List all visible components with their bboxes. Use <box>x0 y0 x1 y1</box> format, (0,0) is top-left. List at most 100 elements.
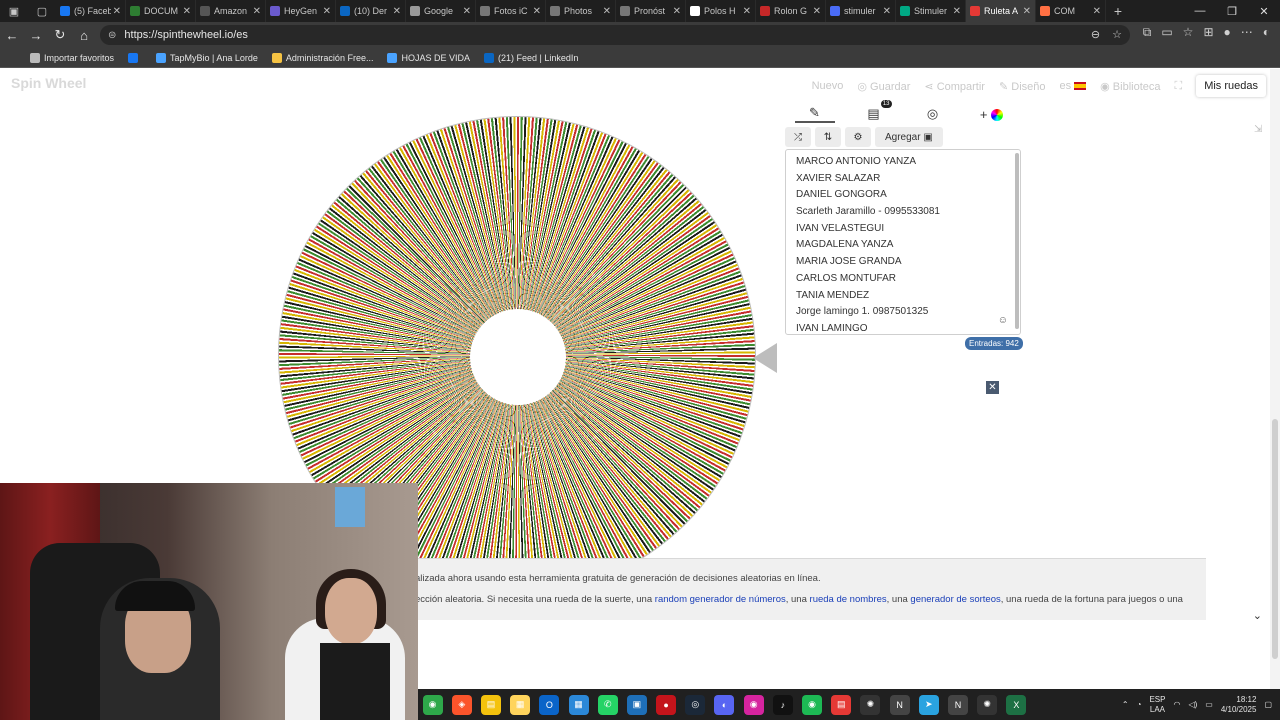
notes-taskbar-icon[interactable]: ▤ <box>480 694 501 715</box>
fullscreen-icon[interactable]: ⛶ <box>1175 80 1183 93</box>
chatgpt-2-taskbar-icon[interactable]: ✺ <box>977 694 998 715</box>
bookmark-item[interactable]: Administración Free... <box>271 52 373 63</box>
workspaces-icon[interactable]: ▣ <box>0 0 28 22</box>
library-button[interactable]: ◉ Biblioteca <box>1100 80 1160 93</box>
browser-tab[interactable]: (5) Faceb ✕ <box>56 0 126 22</box>
tab-close-icon[interactable]: ✕ <box>323 6 331 17</box>
save-button[interactable]: ◎ Guardar <box>857 80 910 93</box>
network-tray-icon[interactable]: ◔ <box>1137 700 1142 709</box>
tab-close-icon[interactable]: ✕ <box>813 6 821 17</box>
sort-button[interactable]: ⇅ <box>815 127 841 147</box>
tiktok-taskbar-icon[interactable]: ♪ <box>772 694 793 715</box>
tab-close-icon[interactable]: ✕ <box>953 6 961 17</box>
maximize-icon[interactable]: ❐ <box>1216 0 1248 22</box>
browser-tab[interactable]: Google ✕ <box>406 0 476 22</box>
discord-taskbar-icon[interactable]: ◐ <box>714 694 735 715</box>
tab-edit[interactable]: ✎ <box>794 105 835 123</box>
tab-close-icon[interactable]: ✕ <box>253 6 261 17</box>
taskbar-clock[interactable]: 18:12 4/10/2025 <box>1221 695 1257 715</box>
browser-tab[interactable]: Ruleta A ✕ <box>966 0 1036 22</box>
pdf-taskbar-icon[interactable]: ▤ <box>831 694 852 715</box>
site-info-icon[interactable]: ⊜ <box>108 30 116 41</box>
tab-close-icon[interactable]: ✕ <box>603 6 611 17</box>
wifi-icon[interactable]: ◠ <box>1173 700 1180 709</box>
page-scrollbar[interactable] <box>1270 69 1280 689</box>
bookmark-item[interactable] <box>128 52 142 63</box>
side-collapse-icon[interactable]: ⇲ <box>1254 124 1266 136</box>
tab-close-icon[interactable]: ✕ <box>673 6 681 17</box>
chrome-taskbar-icon[interactable]: ◉ <box>422 694 443 715</box>
tab-close-icon[interactable]: ✕ <box>743 6 751 17</box>
add-image-button[interactable]: Agregar ▣ <box>875 127 943 147</box>
bookmark-item[interactable]: (21) Feed | LinkedIn <box>483 52 578 63</box>
favorites-icon[interactable]: ☆ <box>1183 25 1194 40</box>
tab-close-icon[interactable]: ✕ <box>463 6 471 17</box>
name-wheel-link[interactable]: rueda de nombres <box>810 594 887 605</box>
bookmark-item[interactable]: TapMyBio | Ana Lorde <box>156 52 258 63</box>
show-hidden-icons[interactable]: ⌃ <box>1122 700 1129 709</box>
steam-taskbar-icon[interactable]: ◎ <box>685 694 706 715</box>
photos-taskbar-icon[interactable]: ▣ <box>626 694 647 715</box>
bookmark-item[interactable]: HOJAS DE VIDA <box>387 52 470 63</box>
collections-icon[interactable]: ⊞ <box>1203 25 1213 40</box>
scrollbar-thumb[interactable] <box>1272 419 1278 659</box>
file-explorer-taskbar-icon[interactable]: ▦ <box>510 694 531 715</box>
whatsapp-taskbar-icon[interactable]: ✆ <box>597 694 618 715</box>
tab-close-icon[interactable]: ✕ <box>183 6 191 17</box>
opera-taskbar-icon[interactable]: ● <box>656 694 677 715</box>
reload-icon[interactable]: ↻ <box>48 23 72 47</box>
split-icon[interactable]: ▭ <box>1161 25 1172 40</box>
excel-taskbar-icon[interactable]: X <box>1006 694 1027 715</box>
extensions-icon[interactable]: ⧉ <box>1143 25 1152 40</box>
tab-close-icon[interactable]: ✕ <box>883 6 891 17</box>
shuffle-button[interactable]: ⤮ <box>785 127 811 147</box>
bookmark-star-icon[interactable]: ☆ <box>1112 28 1122 41</box>
wheel-center-button[interactable] <box>470 309 566 405</box>
volume-icon[interactable]: ◁) <box>1188 700 1197 709</box>
browser-tab[interactable]: COM ✕ <box>1036 0 1106 22</box>
design-button[interactable]: ✎ Diseño <box>999 80 1046 93</box>
entries-scrollbar[interactable] <box>1015 153 1019 329</box>
chevron-down-icon[interactable]: ⌄ <box>1253 609 1262 622</box>
calculator-taskbar-icon[interactable]: ▦ <box>568 694 589 715</box>
app-logo[interactable]: Spin Wheel <box>11 75 86 91</box>
tab-close-icon[interactable]: ✕ <box>1093 6 1101 17</box>
tab-close-icon[interactable]: ✕ <box>1023 6 1031 17</box>
new-tab-button[interactable]: + <box>1106 3 1130 19</box>
bookmark-item[interactable]: Importar favoritos <box>30 52 114 63</box>
entries-textarea[interactable]: MARCO ANTONIO YANZA XAVIER SALAZAR DANIEL … <box>785 149 1021 335</box>
outlook-taskbar-icon[interactable]: O <box>539 694 560 715</box>
emoji-icon[interactable]: ☺ <box>998 315 1008 326</box>
browser-tab[interactable]: Pronóst ✕ <box>616 0 686 22</box>
battery-icon[interactable]: ▭ <box>1205 700 1213 709</box>
notifications-icon[interactable]: ▢ <box>1264 700 1272 709</box>
tab-close-icon[interactable]: ✕ <box>113 6 121 17</box>
forward-icon[interactable]: → <box>24 23 48 47</box>
browser-tab[interactable]: Photos ✕ <box>546 0 616 22</box>
lang-indicator[interactable]: ESP LAA <box>1149 695 1165 715</box>
browser-tab[interactable]: Rolon G ✕ <box>756 0 826 22</box>
menu-icon[interactable]: ⋯ <box>1241 25 1253 40</box>
browser-tab[interactable]: Polos H ✕ <box>686 0 756 22</box>
my-wheels-button[interactable]: Mis ruedas <box>1196 75 1266 97</box>
notion-taskbar-icon[interactable]: N <box>889 694 910 715</box>
tab-close-icon[interactable]: ✕ <box>393 6 401 17</box>
tab-results[interactable]: ▤ 13 <box>854 100 894 122</box>
raffle-generator-link[interactable]: generador de sorteos <box>910 594 1000 605</box>
brave-taskbar-icon[interactable]: ◈ <box>451 694 472 715</box>
back-icon[interactable]: ← <box>0 23 24 47</box>
url-field[interactable]: ⊜ https://spinthewheel.io/es ⊖ ☆ <box>100 25 1130 45</box>
browser-tab[interactable]: Amazon ✕ <box>196 0 266 22</box>
tab-close-icon[interactable]: ✕ <box>533 6 541 17</box>
home-icon[interactable]: ⌂ <box>72 23 96 47</box>
tab-hidden[interactable]: ◎ <box>913 106 953 122</box>
tab-add-wheel[interactable]: + <box>972 107 1012 122</box>
browser-tab[interactable]: (10) Der ✕ <box>336 0 406 22</box>
copilot-icon[interactable]: ◐ <box>1263 25 1270 40</box>
new-button[interactable]: Nuevo <box>812 80 844 92</box>
share-button[interactable]: ⋖ Compartir <box>924 80 985 93</box>
notion-2-taskbar-icon[interactable]: N <box>947 694 968 715</box>
minimize-icon[interactable]: — <box>1184 0 1216 22</box>
browser-tab[interactable]: HeyGen ✕ <box>266 0 336 22</box>
chatgpt-taskbar-icon[interactable]: ✺ <box>860 694 881 715</box>
